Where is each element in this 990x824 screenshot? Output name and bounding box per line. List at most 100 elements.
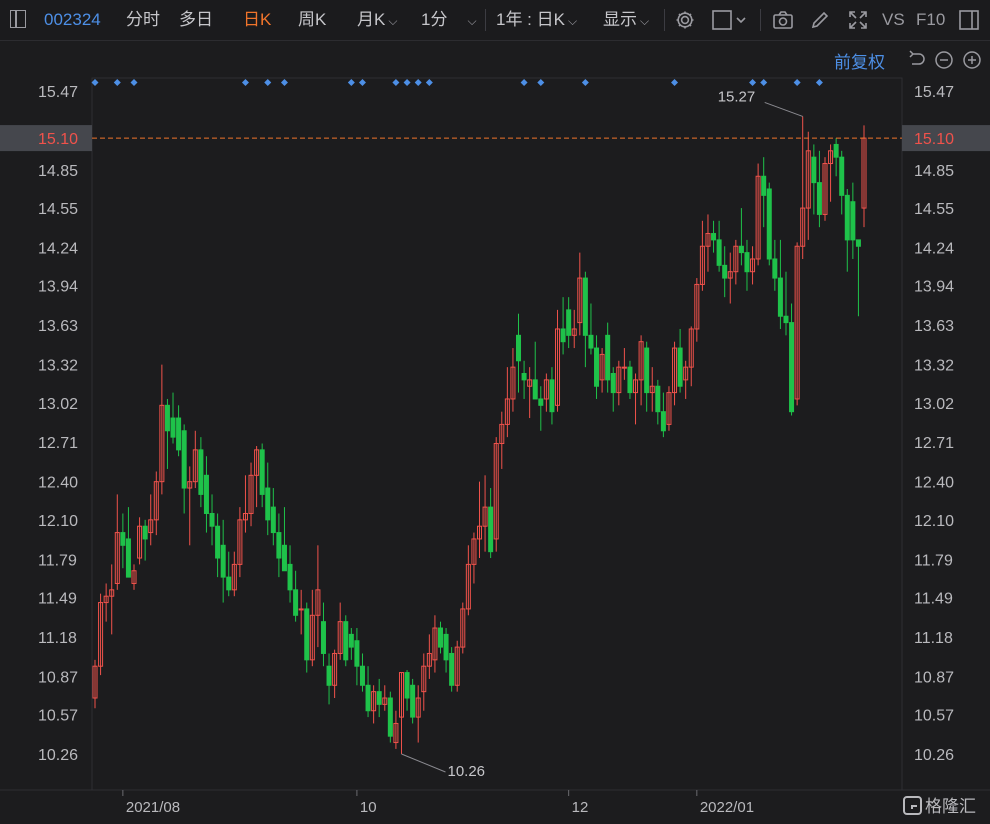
event-marker-icon [414,79,422,86]
candle-body [220,544,226,578]
y-tick-label-right: 13.94 [914,279,954,296]
candle-body [443,633,449,661]
candle-body [226,576,232,591]
candle-body [605,334,611,381]
tab-daily-k[interactable]: 日K [243,9,271,31]
event-marker-icon [358,79,366,86]
candle-body [343,621,349,661]
stock-code: 002324 [44,10,101,29]
candle-body [198,449,204,495]
candle-body [203,474,209,514]
candle-body [660,411,666,432]
candle-body [437,627,443,648]
candle-body [816,182,822,215]
divider [485,9,486,31]
y-tick-label-left: 12.71 [38,435,78,452]
x-tick-label: 2022/01 [700,799,754,816]
event-marker-icon [671,79,679,86]
candle-body [538,398,544,406]
display-select[interactable]: 显示 ⌵ [603,9,649,32]
y-tick-label-right: 12.40 [914,475,954,492]
fullscreen-icon[interactable] [845,8,871,32]
candle-body [142,525,148,540]
camera-icon[interactable] [770,8,796,32]
candle-body [738,245,744,254]
candle-body [783,315,789,324]
event-marker-icon [793,79,801,86]
tab-weekly-k[interactable]: 周K [298,9,326,31]
panel-toggle-icon[interactable] [10,10,26,28]
y-tick-label-right: 10.87 [914,669,954,686]
tab-1min[interactable]: 1分 ⌵ [421,9,477,32]
y-tick-label-left: 11.79 [38,552,77,569]
settings-gear-icon[interactable] [672,8,698,32]
chevron-down-icon: ⌵ [467,14,477,28]
candle-body [549,379,555,413]
candle-body [711,233,717,241]
y-tick-label-left: 10.26 [38,747,78,764]
candle-body [348,633,354,648]
divider [664,9,665,31]
candle-body [839,156,845,196]
candle-body [320,621,326,654]
candle-body [761,175,767,196]
range-select[interactable]: 1年 : 日K ⌵ [496,9,577,32]
candle-body [281,544,287,572]
y-tick-label-left: 11.18 [38,630,77,647]
y-tick-label-left: 13.94 [38,279,78,296]
watermark-text: 格隆汇 [925,797,976,817]
candle-body [270,506,276,534]
tab-multi-day[interactable]: 多日 [179,9,213,31]
high-annotation-leader [764,101,803,117]
event-marker-icon [749,79,757,86]
x-tick-label: 2021/08 [126,799,180,816]
candle-body [560,328,566,343]
square-checkbox-icon[interactable] [710,8,750,32]
y-tick-label-left: 15.47 [38,84,78,101]
y-tick-label-right: 11.79 [914,552,953,569]
pencil-icon[interactable] [807,8,833,32]
y-tick-label-left: 11.49 [38,590,77,607]
candle-body [326,665,332,686]
candle-body [365,684,371,712]
f10-button[interactable]: F10 [916,9,945,31]
x-tick-label: 12 [572,799,589,816]
chevron-down-icon: ⌵ [567,14,578,28]
candlestick-chart[interactable]: 15.47 15.47 14.85 14.85 14.55 14.55 14.24 14.24… [0,40,990,824]
candle-body [582,277,588,336]
candle-body [772,258,778,279]
candle-body [844,194,850,241]
candle-body [855,239,861,247]
candle-body [376,691,382,705]
tab-1min-label: 1分 [421,10,448,29]
display-select-label: 显示 [603,10,637,29]
candle-body [276,532,282,559]
y-tick-label-right: 15.47 [914,84,954,101]
candle-body [621,366,627,369]
chevron-down-icon: ⌵ [640,14,650,28]
tab-monthly-k[interactable]: 月K ⌵ [357,9,397,32]
candle-body [594,347,600,387]
event-marker-icon [425,79,433,86]
candle-body [125,538,131,578]
candle-body [354,640,360,667]
candle-body [176,417,182,451]
tab-intraday[interactable]: 分时 [126,9,160,31]
y-tick-label-left: 14.85 [38,163,78,180]
y-tick-label-right: 10.57 [914,708,954,725]
candle-body [293,589,299,616]
candle-body [588,334,594,349]
y-tick-label-left: 14.24 [38,241,78,258]
candle-body [811,156,817,184]
candle-body [521,373,527,381]
event-marker-icon [113,79,121,86]
candle-body [777,277,783,317]
y-tick-label-right: 14.24 [914,241,954,258]
candle-body [215,525,221,559]
event-marker-icon [280,79,288,86]
low-annotation-label: 10.26 [447,763,485,780]
layout-icon[interactable] [956,8,982,32]
y-tick-label-left: 12.40 [38,475,78,492]
vs-button[interactable]: VS [882,9,905,31]
y-tick-label-right: 13.32 [914,358,954,375]
